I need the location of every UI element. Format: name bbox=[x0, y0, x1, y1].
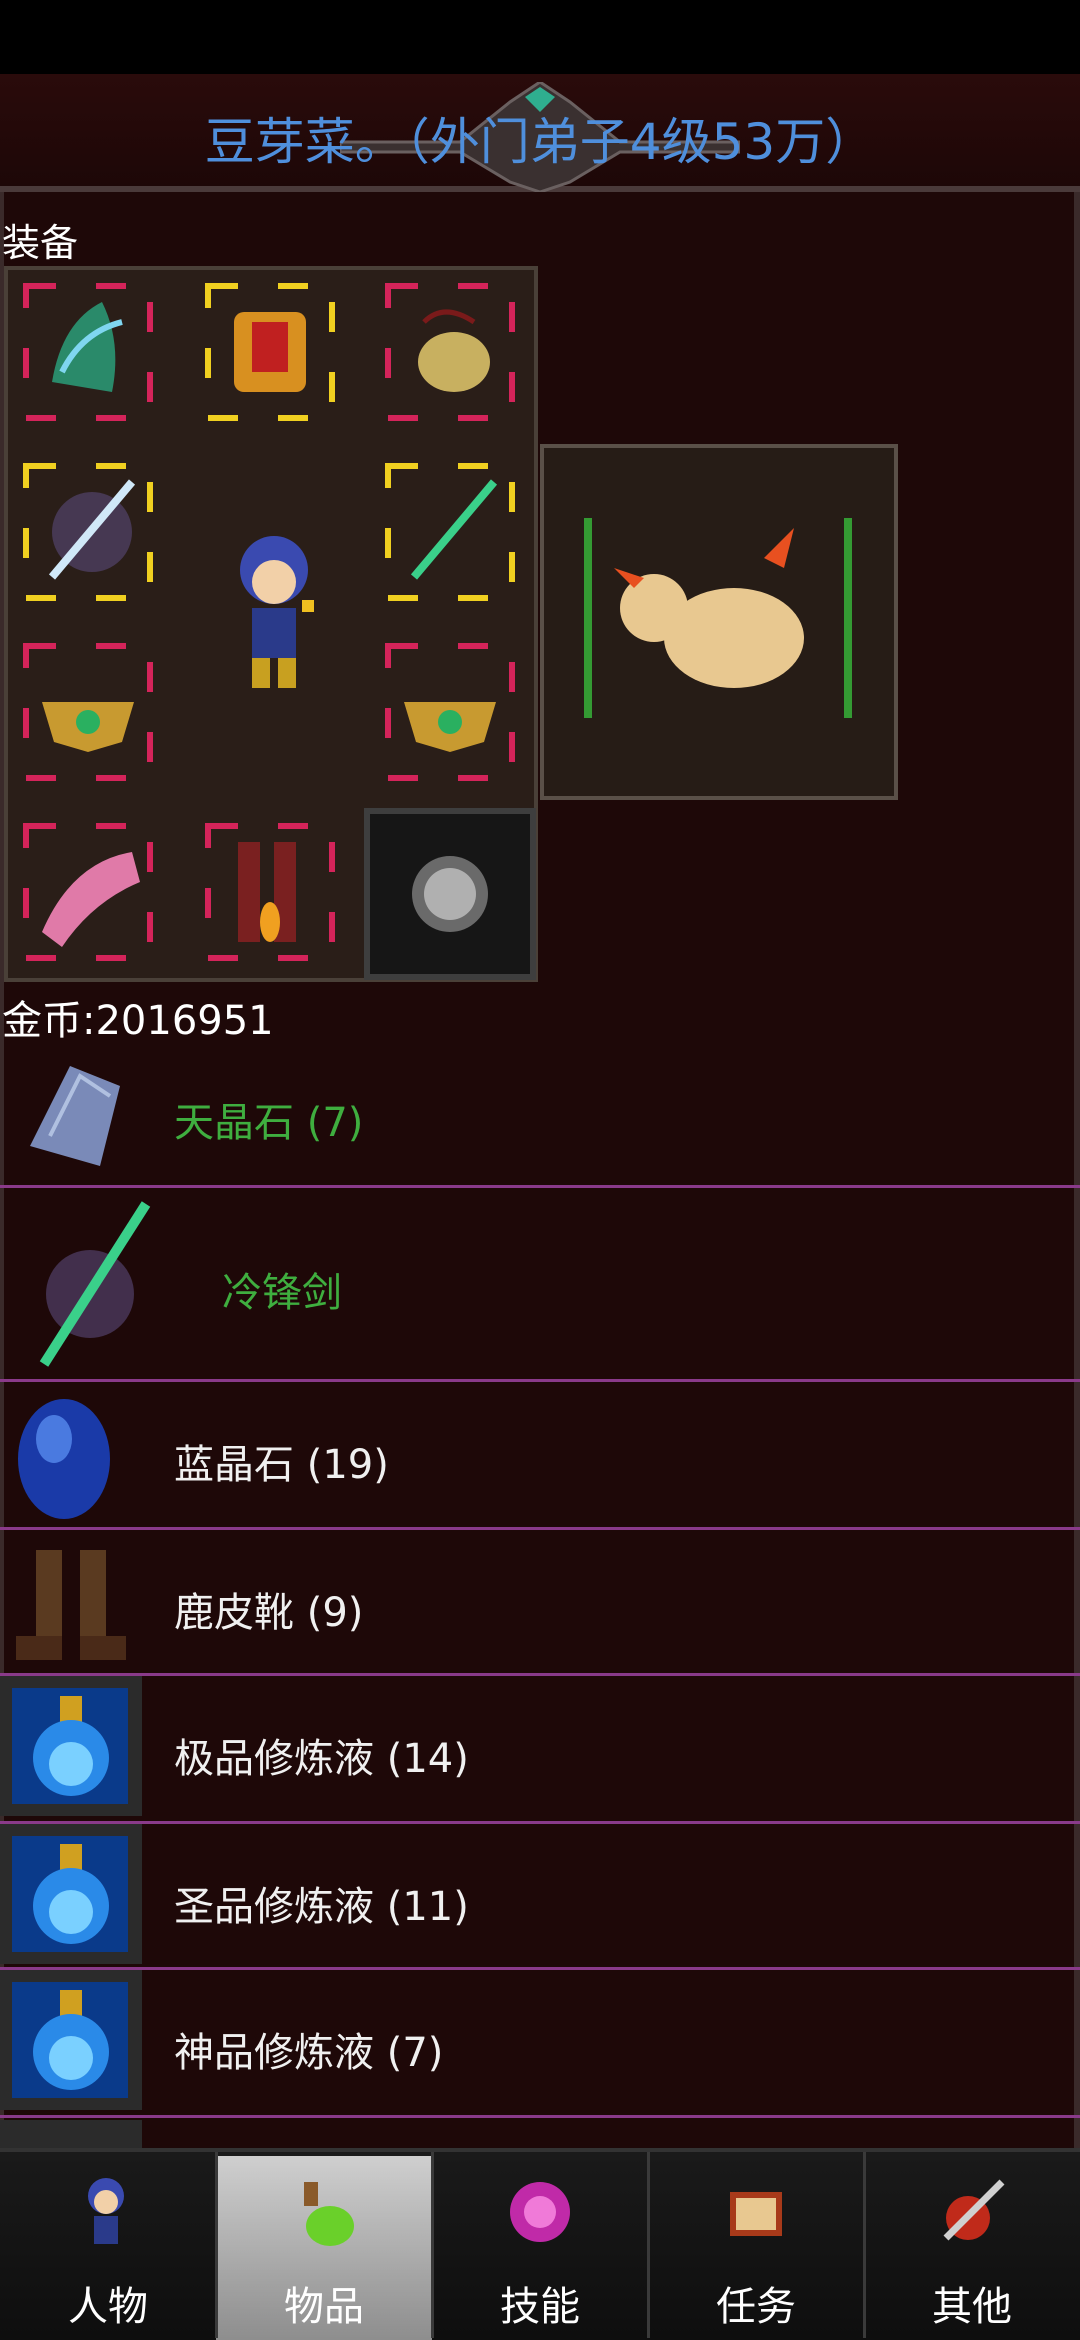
item-name: 圣品修炼液 (11) bbox=[174, 1884, 469, 1930]
pink-bracer-icon bbox=[23, 823, 153, 961]
sword-shield-icon bbox=[943, 2179, 1005, 2241]
grey-orb-icon bbox=[412, 856, 488, 932]
character-icon bbox=[88, 2178, 124, 2244]
skill-orb-icon bbox=[510, 2182, 570, 2242]
crown-belt-icon bbox=[23, 643, 153, 781]
list-item[interactable]: 蓝晶石 (19) bbox=[0, 1382, 1080, 1530]
potion-bag-icon bbox=[304, 2182, 354, 2246]
green-sword-icon bbox=[39, 1201, 151, 1367]
character-avatar bbox=[218, 520, 338, 700]
potion-frame-partial bbox=[0, 2120, 142, 2148]
blue-potion-icon bbox=[12, 1688, 128, 1804]
tab-skills[interactable]: 技能 bbox=[432, 2156, 648, 2340]
bottom-nav: 人物 物品 技能 任务 其他 bbox=[0, 2148, 1080, 2340]
item-name: 极品修炼液 (14) bbox=[174, 1736, 469, 1782]
list-item[interactable]: 天晶石 (7) bbox=[0, 1040, 1080, 1188]
tab-quests[interactable]: 任务 bbox=[648, 2156, 864, 2340]
red-boots-icon bbox=[205, 823, 335, 961]
equip-slot-boots[interactable] bbox=[204, 822, 336, 962]
golden-armor-icon bbox=[205, 283, 335, 421]
nav-divider bbox=[647, 2152, 650, 2338]
list-item[interactable]: 圣品修炼液 (11) bbox=[0, 1824, 1080, 1970]
item-name: 神品修炼液 (7) bbox=[174, 2030, 444, 2076]
gold-counter: 金币:2016951 bbox=[2, 998, 274, 1044]
list-item[interactable]: 鹿皮靴 (9) bbox=[0, 1530, 1080, 1676]
item-name: 蓝晶石 (19) bbox=[174, 1442, 389, 1488]
wing-helmet-icon bbox=[23, 283, 153, 421]
tab-items[interactable]: 物品 bbox=[216, 2156, 432, 2340]
equip-slot-bracer[interactable] bbox=[22, 822, 154, 962]
tab-other[interactable]: 其他 bbox=[864, 2156, 1080, 2340]
equipment-section-label: 装备 bbox=[2, 221, 79, 265]
player-title: 豆芽菜。（外门弟子4级53万） bbox=[204, 113, 876, 171]
blue-potion-icon bbox=[12, 1836, 128, 1952]
crown-belt-icon bbox=[385, 643, 515, 781]
list-item[interactable]: 极品修炼液 (14) bbox=[0, 1676, 1080, 1824]
tab-label: 任务 bbox=[716, 2284, 796, 2330]
blue-potion-icon bbox=[12, 1982, 128, 2098]
potion-frame bbox=[0, 1824, 142, 1964]
item-name: 冷锋剑 bbox=[222, 1270, 342, 1316]
silver-sword-icon bbox=[23, 463, 153, 601]
tab-label: 其他 bbox=[932, 2284, 1012, 2330]
equip-slot-weapon-right[interactable] bbox=[384, 462, 516, 602]
equip-slot-artifact[interactable] bbox=[364, 808, 536, 980]
list-item[interactable]: 神品修炼液 (7) bbox=[0, 1970, 1080, 2118]
gold-amulet-icon bbox=[385, 283, 515, 421]
tab-label: 人物 bbox=[68, 2284, 148, 2330]
equip-slot-belt-left[interactable] bbox=[22, 642, 154, 782]
item-name: 鹿皮靴 (9) bbox=[174, 1590, 364, 1636]
nav-divider bbox=[215, 2152, 218, 2338]
nav-divider bbox=[863, 2152, 866, 2338]
pet-panel[interactable] bbox=[540, 444, 898, 800]
equip-slot-helmet-wing[interactable] bbox=[22, 282, 154, 422]
tab-label: 技能 bbox=[500, 2284, 580, 2330]
equip-slot-weapon-left[interactable] bbox=[22, 462, 154, 602]
tab-character[interactable]: 人物 bbox=[0, 2156, 216, 2340]
blue-gem-icon bbox=[18, 1399, 110, 1519]
potion-frame bbox=[0, 1970, 142, 2110]
fire-salamander-pet-icon bbox=[584, 518, 852, 718]
nav-divider bbox=[431, 2152, 434, 2338]
status-bar bbox=[0, 0, 1080, 74]
quest-book-icon bbox=[730, 2192, 782, 2236]
equip-slot-accessory[interactable] bbox=[384, 282, 516, 422]
hero-character-icon bbox=[240, 536, 314, 688]
crystal-icon bbox=[30, 1066, 120, 1166]
equip-slot-armor[interactable] bbox=[204, 282, 336, 422]
tab-label: 物品 bbox=[284, 2284, 364, 2330]
jade-sword-icon bbox=[385, 463, 515, 601]
equip-slot-belt-right[interactable] bbox=[384, 642, 516, 782]
boots-icon bbox=[16, 1550, 126, 1660]
list-item[interactable]: 冷锋剑 bbox=[0, 1188, 1080, 1382]
potion-frame bbox=[0, 1676, 142, 1816]
item-name: 天晶石 (7) bbox=[174, 1100, 364, 1146]
